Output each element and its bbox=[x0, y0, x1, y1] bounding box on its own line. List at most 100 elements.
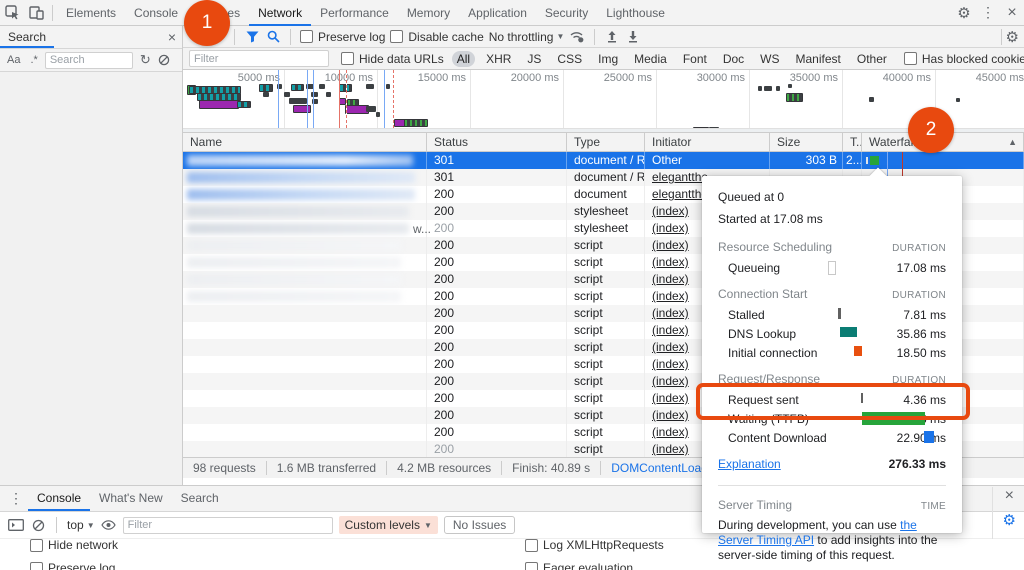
log-xmlhttprequests-checkbox[interactable]: Log XMLHttpRequests bbox=[525, 538, 664, 552]
column-header-type[interactable]: Type bbox=[567, 133, 645, 151]
has-blocked-cookies-checkbox[interactable]: Has blocked cookies bbox=[904, 52, 1024, 66]
column-header-name[interactable]: Name bbox=[183, 133, 427, 151]
console-sidebar-icon[interactable] bbox=[8, 517, 24, 533]
import-har-icon[interactable] bbox=[604, 29, 620, 45]
redacted-name-blur bbox=[187, 189, 415, 200]
filter-type-css[interactable]: CSS bbox=[552, 51, 587, 67]
cell-type: script bbox=[567, 254, 645, 271]
search-input[interactable] bbox=[45, 52, 133, 69]
cell-type: script bbox=[567, 407, 645, 424]
redacted-name-blur bbox=[187, 155, 413, 166]
column-header-initiator[interactable]: Initiator bbox=[645, 133, 770, 151]
devtools-close-icon[interactable]: × bbox=[1000, 2, 1024, 24]
network-conditions-icon[interactable] bbox=[569, 29, 585, 45]
redacted-name-blur bbox=[187, 274, 401, 285]
overview-request-bar bbox=[956, 98, 960, 102]
cell-size: 303 B bbox=[770, 152, 843, 169]
cell-type: script bbox=[567, 271, 645, 288]
tab-performance[interactable]: Performance bbox=[311, 0, 398, 26]
cell-status: 200 bbox=[427, 203, 567, 220]
explanation-link[interactable]: Explanation bbox=[718, 457, 781, 471]
filter-type-doc[interactable]: Doc bbox=[718, 51, 749, 67]
tab-lighthouse[interactable]: Lighthouse bbox=[597, 0, 674, 26]
console-filter-input[interactable] bbox=[123, 517, 333, 534]
column-header-status[interactable]: Status bbox=[427, 133, 567, 151]
clear-search-icon[interactable] bbox=[158, 54, 170, 66]
filter-type-xhr[interactable]: XHR bbox=[481, 51, 516, 67]
network-filter-input[interactable] bbox=[189, 50, 329, 67]
search-close-icon[interactable]: × bbox=[168, 29, 176, 45]
preserve-log-checkbox[interactable]: Preserve log bbox=[30, 561, 118, 570]
overview-request-bar bbox=[291, 84, 304, 91]
filter-funnel-icon[interactable] bbox=[244, 29, 260, 45]
tab-elements[interactable]: Elements bbox=[57, 0, 125, 26]
drawer-tab-search[interactable]: Search bbox=[172, 486, 228, 511]
custom-levels-select[interactable]: Custom levels▼ bbox=[339, 516, 438, 534]
total-duration-value: 276.33 ms bbox=[889, 457, 946, 471]
refresh-icon[interactable]: ↻ bbox=[137, 52, 154, 68]
network-settings-gear-icon[interactable]: ⚙ bbox=[1006, 28, 1019, 46]
preserve-log-checkbox[interactable]: Preserve log bbox=[300, 30, 385, 44]
filter-type-other[interactable]: Other bbox=[852, 51, 892, 67]
summary-item: 98 requests bbox=[183, 461, 267, 475]
eye-icon[interactable] bbox=[101, 517, 117, 533]
timing-row: Request sent4.36 ms bbox=[718, 390, 946, 409]
filter-type-js[interactable]: JS bbox=[522, 51, 546, 67]
drawer-tab-what-s-new[interactable]: What's New bbox=[90, 486, 172, 511]
tab-memory[interactable]: Memory bbox=[398, 0, 459, 26]
checkbox[interactable] bbox=[300, 30, 313, 43]
hide-network-checkbox[interactable]: Hide network bbox=[30, 538, 118, 552]
filter-type-font[interactable]: Font bbox=[678, 51, 712, 67]
cell-name bbox=[183, 203, 427, 220]
drawer-close-icon[interactable]: × bbox=[1005, 487, 1014, 505]
export-har-icon[interactable] bbox=[625, 29, 641, 45]
filter-type-img[interactable]: Img bbox=[593, 51, 623, 67]
filter-type-manifest[interactable]: Manifest bbox=[791, 51, 846, 67]
table-row[interactable]: 301document / R...Other303 B2... bbox=[183, 152, 1024, 169]
tab-application[interactable]: Application bbox=[459, 0, 536, 26]
disable-cache-checkbox[interactable]: Disable cache bbox=[390, 30, 483, 44]
console-context-select[interactable]: top▼ bbox=[67, 518, 95, 532]
cell-type: script bbox=[567, 424, 645, 441]
clear-console-icon[interactable] bbox=[30, 517, 46, 533]
tab-network[interactable]: Network bbox=[249, 0, 311, 26]
tab-console[interactable]: Console bbox=[125, 0, 187, 26]
sort-arrow-icon[interactable]: ▲ bbox=[1008, 133, 1017, 151]
tab-security[interactable]: Security bbox=[536, 0, 597, 26]
match-case-toggle[interactable]: Aa bbox=[4, 54, 23, 66]
filter-type-ws[interactable]: WS bbox=[755, 51, 784, 67]
timeline-tick-label: 15000 ms bbox=[418, 72, 470, 84]
settings-gear-icon[interactable]: ⚙ bbox=[952, 2, 976, 24]
drawer-tab-console[interactable]: Console bbox=[28, 486, 90, 511]
cell-type: script bbox=[567, 390, 645, 407]
cell-type: document / R... bbox=[567, 152, 645, 169]
more-menu-icon[interactable]: ⋮ bbox=[976, 2, 1000, 24]
eager-evaluation-checkbox[interactable]: Eager evaluation bbox=[525, 561, 664, 570]
timeline-tick-label: 35000 ms bbox=[790, 72, 842, 84]
network-overview-timeline[interactable]: 5000 ms10000 ms15000 ms20000 ms25000 ms3… bbox=[183, 70, 1024, 133]
column-header-size[interactable]: Size bbox=[770, 133, 843, 151]
regex-toggle[interactable]: .* bbox=[27, 54, 40, 66]
filter-type-all[interactable]: All bbox=[452, 51, 475, 67]
overview-request-bar bbox=[788, 84, 792, 88]
cell-name bbox=[183, 186, 427, 203]
drawer-menu-icon[interactable]: ⋮ bbox=[4, 488, 28, 510]
no-issues-badge[interactable]: No Issues bbox=[444, 516, 515, 534]
redacted-name-blur bbox=[187, 206, 409, 217]
inspect-cursor-icon[interactable] bbox=[0, 2, 24, 24]
checkbox[interactable] bbox=[390, 30, 403, 43]
cell-status: 301 bbox=[427, 169, 567, 186]
hide-data-urls-checkbox[interactable]: Hide data URLs bbox=[341, 52, 444, 66]
filter-type-media[interactable]: Media bbox=[629, 51, 672, 67]
summary-item: 4.2 MB resources bbox=[387, 461, 502, 475]
drawer-right-controls: × ⚙ bbox=[992, 487, 1016, 539]
timeline-tick-label: 20000 ms bbox=[511, 72, 563, 84]
throttling-select[interactable]: No throttling▼ bbox=[489, 30, 565, 44]
cell-name bbox=[183, 305, 427, 322]
device-toolbar-icon[interactable] bbox=[24, 2, 48, 24]
search-network-icon[interactable] bbox=[265, 29, 281, 45]
cell-type: script bbox=[567, 356, 645, 373]
timeline-tick-label: 30000 ms bbox=[697, 72, 749, 84]
column-header-t[interactable]: T... bbox=[843, 133, 862, 151]
console-settings-gear-icon[interactable]: ⚙ bbox=[1003, 511, 1016, 529]
